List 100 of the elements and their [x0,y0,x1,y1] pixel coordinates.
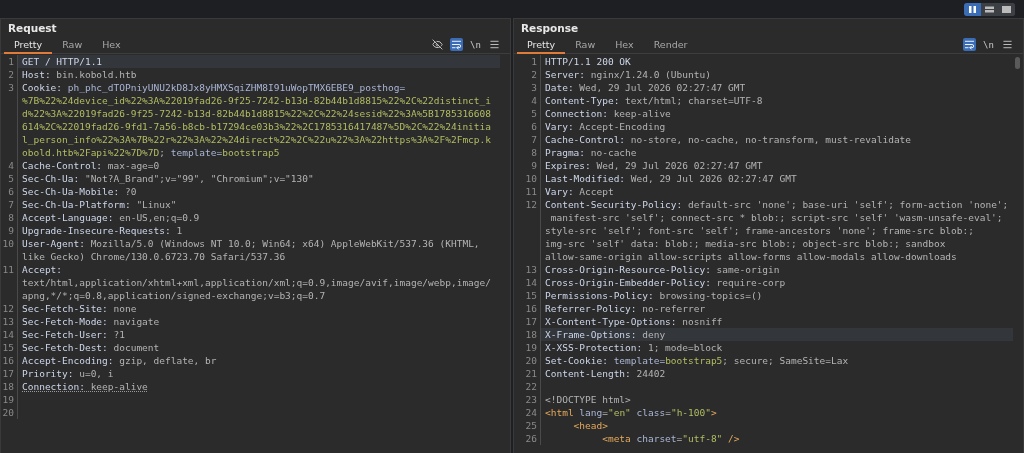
code-text: = [602,407,608,418]
code-text: browsing-topics=() [658,290,763,301]
single-pane-icon [1002,6,1011,13]
header-name: Sec-Fetch-Mode: [22,316,108,327]
html-attribute: lang [578,407,603,418]
line-number: 2 [530,68,537,81]
line-number: 2 [7,68,14,81]
cookie-value: bootstrap5 [222,147,280,158]
line-number: 11 [1,263,14,276]
header-name: GET / HTTP/1.1 [22,56,103,67]
html-tag: <head> [545,420,608,431]
code-text: Wed, 29 Jul 2026 02:27:47 GMT [595,160,763,171]
code-text: document [112,342,160,353]
header-name: Sec-Fetch-User: [22,329,108,340]
split-columns-icon [968,6,977,13]
cookie-value: l_person_info%22%3A%7B%22r%22%3A%22%24direct%22%2C%22u%22%3A%22https%3A%2F%2Fmcp.k [22,134,491,145]
header-name: Last-Modified: [545,173,626,184]
code-text: bin.kobold.htb [55,69,137,80]
code-text: style-src 'self'; font-src 'self'; frame-ancestors 'none'; frame-src blob:; [545,225,974,236]
menu-icon[interactable] [488,38,501,51]
header-name: Accept-Language: [22,212,114,223]
header-name: Referrer-Policy: [545,303,637,314]
cookie-value: bootstrap5 [665,355,723,366]
header-name: Vary: [545,186,574,197]
menu-icon[interactable] [1001,38,1014,51]
html-tag: > [710,407,717,418]
code-text: apng,*/*;q=0.8,application/signed-exchange;v=b3;q=0.7 [22,290,326,301]
code-text: default-src 'none'; base-uri 'self'; form-action 'none'; [687,199,1009,210]
line-number: 1 [530,55,537,68]
newline-toggle[interactable]: \n [469,38,482,51]
header-name: Set-Cookie: [545,355,608,366]
tab[interactable]: Render [643,36,698,54]
header-name: HTTP/1.1 200 OK [545,56,631,67]
code-text: none [112,303,137,314]
line-number: 20 [1,406,14,419]
header-name: Sec-Fetch-Dest: [22,342,108,353]
split-rows-icon [985,6,994,13]
code-text: "Linux" [135,199,177,210]
html-tag: <meta [545,433,631,444]
code-text: ?0 [123,186,137,197]
code-text: nosniff [681,316,723,327]
line-number: 25 [524,419,537,432]
header-name: Upgrade-Insecure-Requests: [22,225,171,236]
tab[interactable]: Raw [52,36,93,54]
code-text: = [665,407,671,418]
code-text: no-store, no-cache, no-transform, must-revalidate [629,134,912,145]
tab[interactable]: Hex [605,36,644,54]
header-name: Sec-Ch-Ua-Platform: [22,199,131,210]
tab[interactable]: Raw [565,36,606,54]
code-text: nginx/1.24.0 (Ubuntu) [589,69,711,80]
line-number: 17 [524,315,537,328]
cookie-value: %7B%22%24device_id%22%3A%22019fad26-9f25-7242-b13d-82b44b1d8815%22%2C%22distinct_i [22,95,491,106]
layout-toggle[interactable] [964,3,981,16]
line-number: 7 [7,198,14,211]
wrap-text-icon[interactable] [450,38,463,51]
header-name: Content-Length: [545,368,631,379]
line-number: 15 [524,289,537,302]
header-name: X-Frame-Options: [545,329,637,340]
code-text: no-cache [589,147,637,158]
code-text: = [676,433,683,444]
attribute-value: "h-100" [670,407,711,418]
header-name: Host: [22,69,51,80]
line-number: 13 [524,263,537,276]
scrollbar-thumb[interactable] [1015,57,1020,69]
code-text: "Not?A_Brand";v="99", "Chromium";v="130" [83,173,314,184]
attribute-value: "en" [607,407,631,418]
header-name: Content-Type: [545,95,620,106]
wrap-text-icon[interactable] [963,38,976,51]
code-text: navigate [112,316,160,327]
line-number: 18 [1,380,14,393]
line-number: 14 [1,328,14,341]
line-number: 18 [524,328,537,341]
header-name: Connection: [545,108,608,119]
line-number: 11 [524,185,537,198]
line-number: 7 [530,133,537,146]
header-name: X-XSS-Protection: [545,342,643,353]
cookie-value: 614%2C%22019fad26-9fd1-7a56-b8cb-b17294ce03b3%22%2C1785316417487%5D%2C%22%24initia [22,121,491,132]
html-attribute: class [635,407,666,418]
header-name: Cache-Control: [545,134,626,145]
newline-toggle[interactable]: \n [982,38,995,51]
code-text: Wed, 29 Jul 2026 02:27:47 GMT [629,173,797,184]
code-text: Accept-Encoding [578,121,666,132]
header-name: User-Agent: [22,238,85,249]
panel-title: Request [7,21,58,36]
header-name: Server: [545,69,586,80]
code-text: 1; mode=block [646,342,723,353]
line-number: 16 [1,354,14,367]
tab[interactable]: Hex [92,36,131,54]
line-number: 23 [524,393,537,406]
header-value: keep-alive [89,381,148,392]
line-number: 22 [524,380,537,393]
line-number: 8 [7,211,14,224]
code-text: ?1 [112,329,125,340]
line-number: 13 [1,315,14,328]
html-attribute: charset [635,433,677,444]
line-number: 12 [524,198,537,211]
code-text: img-src 'self' data: blob:; media-src blob:; object-src blob:; sandbox [545,238,946,249]
hide-icon[interactable] [431,38,444,51]
line-number: 15 [1,341,14,354]
line-number: 9 [7,224,14,237]
